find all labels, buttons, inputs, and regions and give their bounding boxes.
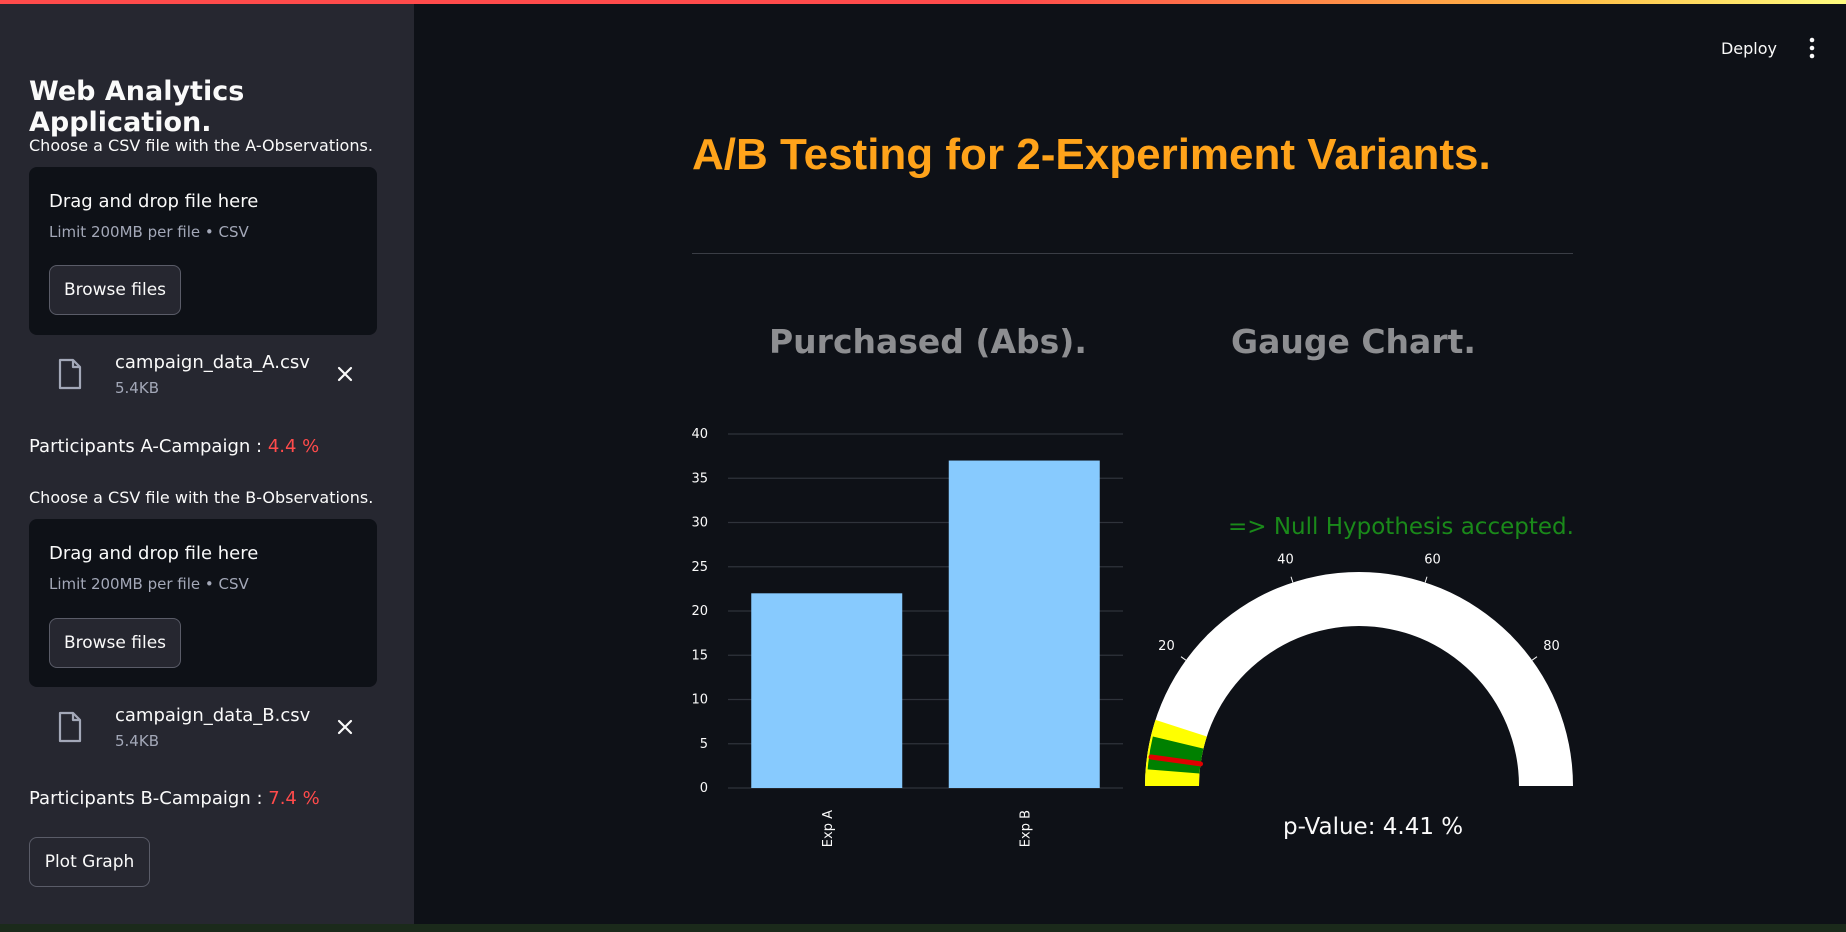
p-value-text: p-Value: 4.41 %	[1283, 814, 1464, 840]
y-tick-label: 15	[691, 648, 708, 663]
gauge-tick	[1290, 576, 1294, 583]
x-tick-label: Exp B	[1018, 810, 1033, 847]
dropzone-title: Drag and drop file here	[49, 191, 259, 212]
y-tick-label: 10	[691, 693, 708, 708]
hypothesis-result: => Null Hypothesis accepted.	[1228, 514, 1574, 540]
file-name: campaign_data_B.csv	[115, 705, 311, 726]
deploy-button[interactable]: Deploy	[1706, 32, 1792, 64]
file-name: campaign_data_A.csv	[115, 352, 310, 373]
y-tick-label: 30	[691, 516, 708, 531]
dropzone-title: Drag and drop file here	[49, 543, 259, 564]
sidebar: Web Analytics Application. Choose a CSV …	[0, 0, 414, 924]
upload-a-label: Choose a CSV file with the A-Observation…	[29, 136, 373, 155]
gauge-tick	[1424, 576, 1428, 583]
file-icon	[58, 358, 82, 390]
bar	[751, 593, 903, 788]
file-size: 5.4KB	[115, 379, 159, 397]
gauge-tick-label: 80	[1543, 639, 1560, 654]
gauge-tick	[1531, 656, 1538, 661]
participants-b-label: Participants B-Campaign :	[29, 788, 263, 809]
gauge-tick-label: 20	[1158, 639, 1175, 654]
file-icon	[58, 711, 82, 743]
uploaded-file-b: campaign_data_B.csv 5.4KB	[29, 699, 377, 763]
participants-a: Participants A-Campaign : 4.4 %	[29, 436, 319, 457]
close-icon[interactable]	[333, 715, 357, 739]
file-size: 5.4KB	[115, 732, 159, 750]
bottom-bar	[0, 924, 1846, 932]
participants-a-label: Participants A-Campaign :	[29, 436, 263, 457]
more-vertical-icon[interactable]	[1800, 34, 1824, 62]
app-title: Web Analytics Application.	[29, 76, 245, 138]
gauge-tick-label: 40	[1277, 553, 1294, 568]
x-tick-label: Exp A	[821, 810, 836, 847]
gauge-chart: 20 40 60 80	[1145, 553, 1573, 786]
gauge-arc	[1145, 572, 1573, 786]
y-tick-label: 0	[700, 781, 708, 796]
dropzone-limit: Limit 200MB per file • CSV	[49, 223, 249, 241]
uploaded-file-a: campaign_data_A.csv 5.4KB	[29, 346, 377, 410]
y-tick-label: 20	[691, 604, 708, 619]
upload-b-dropzone[interactable]: Drag and drop file here Limit 200MB per …	[29, 519, 377, 687]
gauge-tick	[1180, 656, 1187, 661]
participants-a-value: 4.4 %	[267, 436, 320, 457]
browse-files-a-button[interactable]: Browse files	[49, 265, 181, 315]
y-tick-label: 40	[691, 427, 708, 442]
dropzone-limit: Limit 200MB per file • CSV	[49, 575, 249, 593]
purchased-bar-chart: 0 5 10 15 20 25 30 35 40 Exp A Exp B	[691, 427, 1123, 847]
bar-section-title: Purchased (Abs).	[769, 322, 1087, 361]
browse-files-b-button[interactable]: Browse files	[49, 618, 181, 668]
y-tick-label: 5	[700, 737, 708, 752]
upload-b-label: Choose a CSV file with the B-Observation…	[29, 488, 374, 507]
gauge-section-title: Gauge Chart.	[1231, 322, 1476, 361]
participants-b: Participants B-Campaign : 7.4 %	[29, 788, 320, 809]
page-title: A/B Testing for 2-Experiment Variants.	[692, 130, 1491, 179]
status-progress-stripe	[0, 0, 1846, 4]
y-tick-label: 35	[691, 471, 708, 486]
participants-b-value: 7.4 %	[268, 788, 320, 809]
upload-a-dropzone[interactable]: Drag and drop file here Limit 200MB per …	[29, 167, 377, 335]
divider	[692, 253, 1573, 254]
y-tick-label: 25	[691, 560, 708, 575]
plot-graph-button[interactable]: Plot Graph	[29, 837, 150, 887]
gauge-tick-label: 60	[1424, 553, 1441, 568]
close-icon[interactable]	[333, 362, 357, 386]
bar	[948, 460, 1100, 788]
